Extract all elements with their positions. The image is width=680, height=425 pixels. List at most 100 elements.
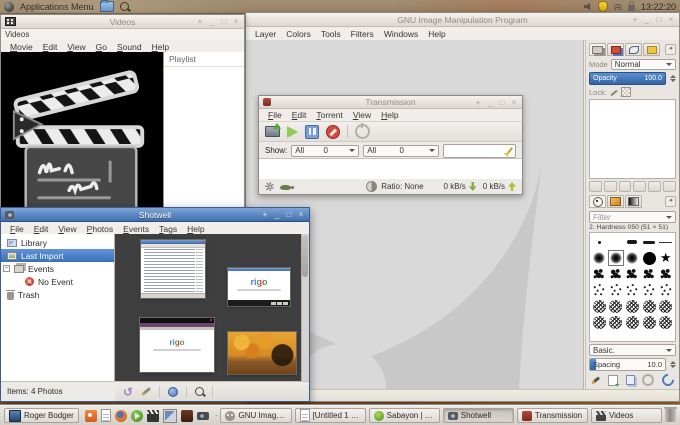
brush-swatch[interactable]	[591, 234, 608, 250]
firefox-launcher-icon[interactable]	[115, 410, 127, 422]
video-display-area[interactable]	[1, 52, 163, 209]
brush-swatch[interactable]	[591, 266, 608, 282]
menu-view[interactable]: View	[53, 224, 81, 234]
brush-swatch[interactable]	[624, 314, 641, 330]
lower-layer-button[interactable]	[619, 181, 632, 192]
shade-icon[interactable]: +	[631, 15, 639, 24]
menu-windows[interactable]: Windows	[379, 29, 423, 39]
menu-edit[interactable]: Edit	[287, 110, 312, 120]
brush-swatch[interactable]	[591, 314, 608, 330]
paths-tab[interactable]	[625, 43, 642, 56]
menu-filters[interactable]: Filters	[346, 29, 379, 39]
videos-titlebar[interactable]: Videos + _ □ ×	[1, 15, 244, 29]
maximize-icon[interactable]: □	[498, 98, 506, 107]
search-icon[interactable]	[195, 387, 204, 396]
tracker-filter-select[interactable]: All 0	[291, 145, 359, 157]
menu-edit[interactable]: Edit	[38, 42, 63, 52]
brush-swatch[interactable]	[608, 250, 625, 266]
enhance-icon[interactable]	[141, 387, 150, 395]
opacity-spinner[interactable]	[669, 75, 676, 82]
lock-icon[interactable]	[628, 5, 635, 11]
brush-swatch[interactable]	[608, 298, 625, 314]
volume-icon[interactable]	[584, 3, 593, 11]
spacing-slider[interactable]: Spacing 10.0	[589, 358, 666, 371]
taskbar-button-shotwell[interactable]: Shotwell	[443, 408, 514, 423]
start-torrent-icon[interactable]	[287, 126, 298, 138]
shade-icon[interactable]: +	[196, 17, 204, 26]
brush-swatch[interactable]	[624, 282, 641, 298]
opacity-slider[interactable]: Opacity 100.0	[589, 72, 666, 85]
brush-filter-input[interactable]: Filter	[589, 211, 676, 223]
menu-sound[interactable]: Sound	[112, 42, 147, 52]
menu-movie[interactable]: Movie	[5, 42, 38, 52]
brushes-tab[interactable]	[589, 195, 606, 208]
trash-icon[interactable]	[665, 409, 676, 422]
clock[interactable]: 13:22:20	[641, 2, 676, 12]
minimize-icon[interactable]: _	[643, 15, 651, 24]
menu-photos[interactable]: Photos	[82, 224, 118, 234]
search-icon[interactable]	[120, 2, 129, 11]
brush-swatch[interactable]	[641, 234, 658, 250]
layers-list[interactable]	[589, 99, 676, 179]
state-filter-select[interactable]: All 0	[363, 145, 439, 157]
maximize-icon[interactable]: □	[655, 15, 663, 24]
open-torrent-icon[interactable]	[265, 126, 280, 137]
menu-events[interactable]: Events	[118, 224, 154, 234]
gradients-tab[interactable]	[625, 195, 642, 208]
brush-swatch[interactable]	[657, 282, 674, 298]
photo-thumbnail-autumn[interactable]	[228, 332, 296, 374]
maximize-icon[interactable]: □	[220, 17, 228, 26]
patterns-tab[interactable]	[607, 195, 624, 208]
applications-menu-button[interactable]: Applications Menu	[20, 2, 94, 12]
brush-swatch[interactable]	[624, 266, 641, 282]
photo-thumbnail-rigo-dark[interactable]: rigo	[140, 318, 214, 372]
menu-help[interactable]: Help	[376, 110, 403, 120]
brush-swatch[interactable]	[624, 234, 641, 250]
brush-swatch[interactable]	[641, 266, 658, 282]
expander-icon[interactable]: −	[3, 265, 10, 272]
playlist-header[interactable]: Playlist	[164, 52, 244, 67]
brush-swatch[interactable]	[591, 250, 608, 266]
menu-help[interactable]: Help	[423, 29, 450, 39]
brush-swatch[interactable]	[608, 282, 625, 298]
close-icon[interactable]: ×	[667, 15, 675, 24]
menu-torrent[interactable]: Torrent	[311, 110, 347, 120]
shade-icon[interactable]: +	[474, 98, 482, 107]
close-icon[interactable]: ×	[232, 17, 240, 26]
new-layer-button[interactable]	[589, 181, 602, 192]
history-tab[interactable]	[643, 43, 660, 56]
torrent-search-input[interactable]	[443, 144, 516, 158]
photo-thumbnail-file-list[interactable]	[141, 240, 205, 298]
player-launcher-icon[interactable]	[131, 410, 143, 422]
shade-icon[interactable]: +	[261, 210, 269, 219]
torrent-list[interactable]	[259, 158, 522, 181]
menu-edit[interactable]: Edit	[29, 224, 54, 234]
taskbar-button-videos[interactable]: Videos	[591, 408, 662, 423]
rigo-launcher-icon[interactable]	[85, 410, 97, 422]
file-manager-icon[interactable]	[100, 1, 114, 12]
wine-launcher-icon[interactable]	[181, 410, 193, 422]
brush-swatch[interactable]	[641, 282, 658, 298]
close-icon[interactable]: ×	[297, 210, 305, 219]
transmission-titlebar[interactable]: Transmission + _ □ ×	[259, 96, 522, 109]
cinema-launcher-icon[interactable]	[147, 410, 159, 422]
refresh-brushes-icon[interactable]	[660, 372, 677, 389]
channels-tab[interactable]	[607, 43, 624, 56]
dock-menu-button[interactable]: ◂	[665, 44, 676, 55]
brush-swatch[interactable]	[641, 298, 658, 314]
brush-swatch[interactable]	[624, 250, 641, 266]
new-brush-icon[interactable]	[608, 375, 618, 386]
lock-alpha-icon[interactable]	[621, 87, 631, 97]
wifi-icon[interactable]	[613, 4, 623, 10]
brush-swatch[interactable]	[657, 234, 674, 250]
sidebar-item-no-event[interactable]: No Event	[1, 275, 114, 288]
publish-icon[interactable]	[168, 387, 178, 397]
brush-swatch[interactable]	[591, 282, 608, 298]
spacing-spinner[interactable]	[669, 361, 676, 368]
menu-file[interactable]: File	[5, 224, 29, 234]
sidebar-item-library[interactable]: Library	[1, 236, 114, 249]
photo-grid-scrollbar[interactable]	[301, 234, 309, 381]
applications-menu-icon[interactable]	[4, 2, 14, 12]
layer-mode-select[interactable]: Normal	[611, 59, 676, 70]
menu-tools[interactable]: Tools	[316, 29, 346, 39]
